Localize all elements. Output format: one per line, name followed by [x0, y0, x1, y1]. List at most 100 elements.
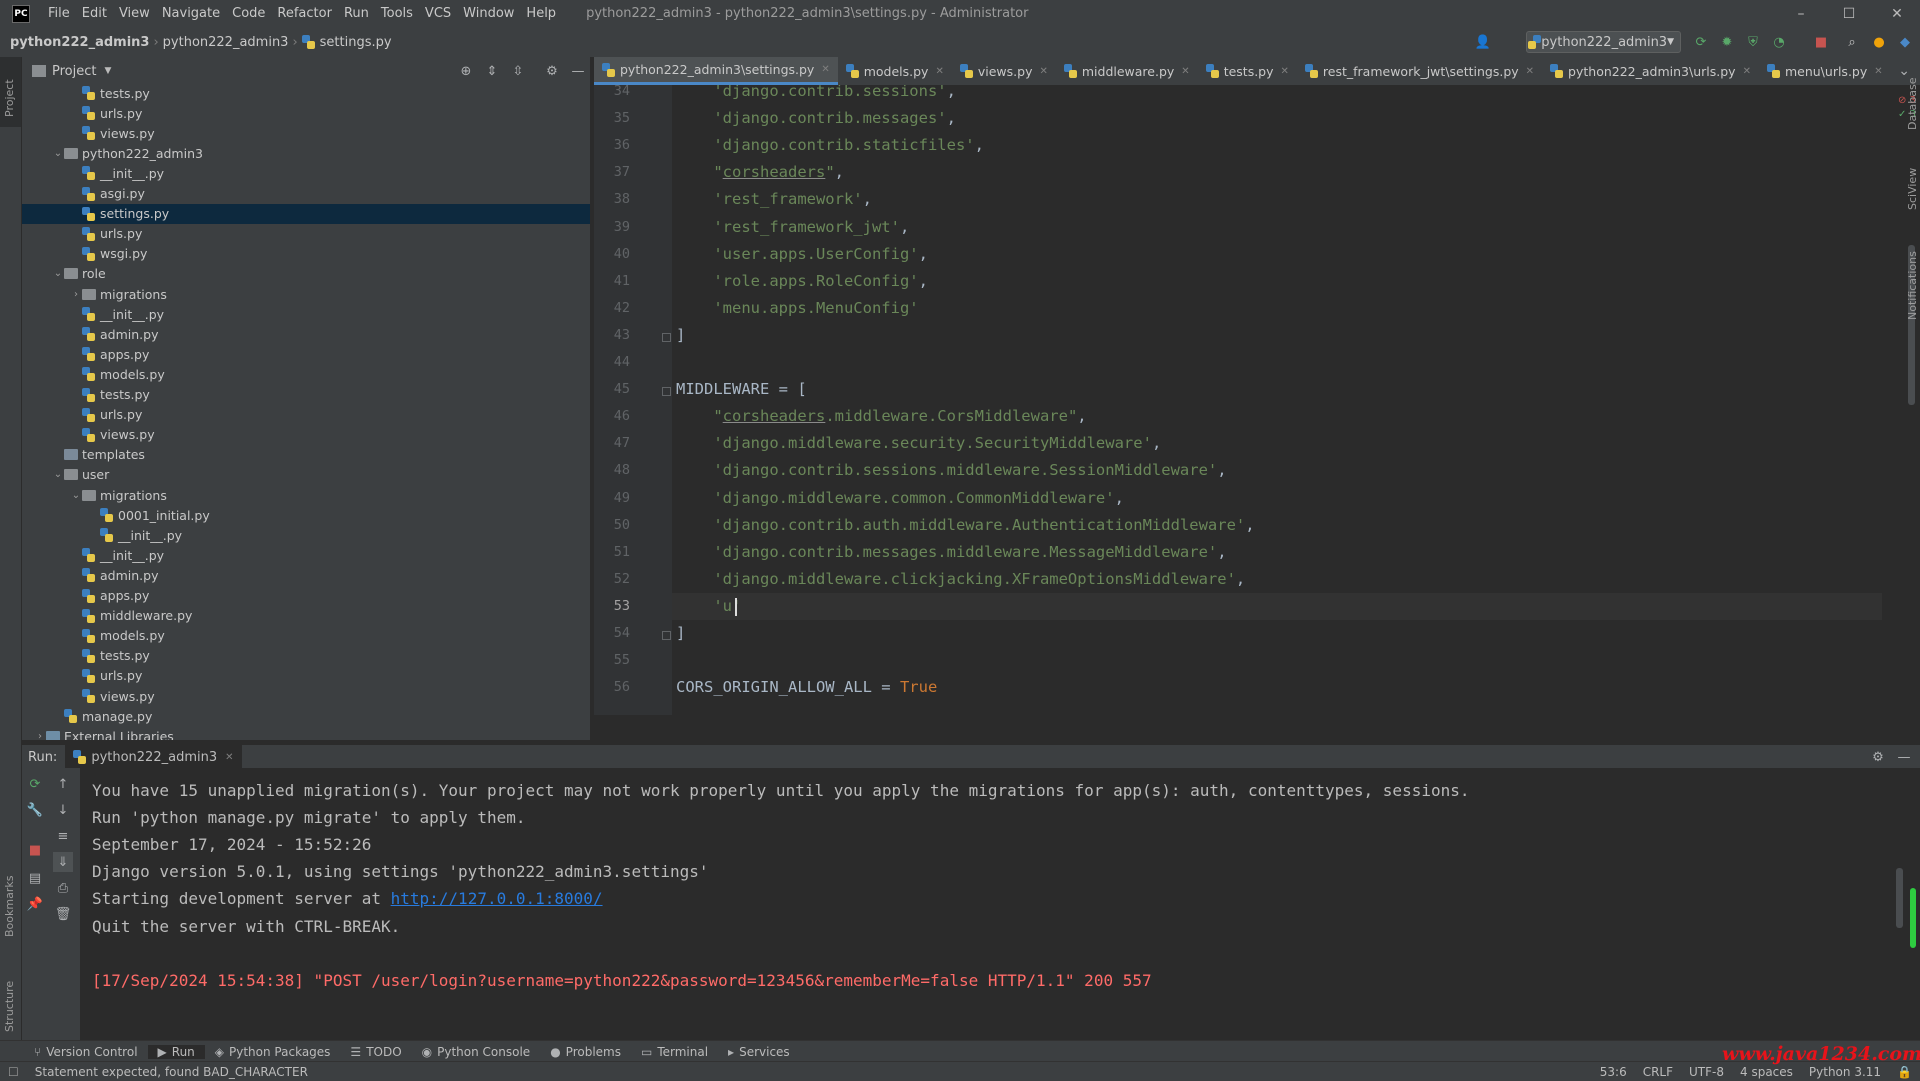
chevron-down-icon[interactable]: ⌄	[52, 469, 64, 480]
close-tab-icon[interactable]: ✕	[1874, 66, 1882, 77]
close-tab-icon[interactable]: ✕	[1181, 66, 1189, 77]
run-console[interactable]: You have 15 unapplied migration(s). Your…	[80, 768, 1880, 1040]
chevron-down-icon[interactable]: ⌄	[52, 268, 64, 279]
tree-item[interactable]: wsgi.py	[22, 244, 590, 264]
line-number[interactable]: 55	[598, 652, 630, 668]
gear-icon[interactable]: ⚙	[1868, 747, 1888, 767]
ide-logo-icon[interactable]: ◆	[1896, 33, 1914, 51]
soft-wrap-icon[interactable]: ≡	[53, 826, 73, 846]
tree-item[interactable]: 0001_initial.py	[22, 505, 590, 525]
tree-item[interactable]: __init__.py	[22, 545, 590, 565]
tree-item[interactable]: ⌄ role	[22, 264, 590, 284]
line-number[interactable]: 53	[598, 598, 630, 614]
fold-marker-icon[interactable]	[662, 332, 671, 342]
line-number[interactable]: 37	[598, 164, 630, 180]
bookmarks-stripe-button[interactable]: Bookmarks	[3, 876, 16, 937]
menu-view[interactable]: View	[113, 6, 156, 21]
tree-item[interactable]: › External Libraries	[22, 726, 590, 740]
tree-item[interactable]: ⌄ python222_admin3	[22, 143, 590, 163]
hide-panel-icon[interactable]: —	[1894, 747, 1914, 767]
line-number[interactable]: 48	[598, 462, 630, 478]
line-separator[interactable]: CRLF	[1635, 1065, 1681, 1079]
line-number[interactable]: 52	[598, 571, 630, 587]
line-number[interactable]: 44	[598, 354, 630, 370]
search-icon[interactable]: ⌕	[1843, 33, 1861, 51]
chevron-down-icon[interactable]: ⌄	[70, 490, 82, 501]
run-configuration-select[interactable]: python222_admin3 ▼	[1526, 31, 1681, 53]
minimize-button[interactable]: –	[1778, 0, 1824, 27]
editor-tab[interactable]: models.py ✕	[838, 57, 952, 85]
line-number[interactable]: 40	[598, 246, 630, 262]
tree-item[interactable]: admin.py	[22, 565, 590, 585]
line-number[interactable]: 51	[598, 544, 630, 560]
lock-icon[interactable]: 🔒	[1889, 1065, 1920, 1079]
expand-all-icon[interactable]: ⇕	[482, 61, 502, 81]
tool-tab-problems[interactable]: ● Problems	[540, 1045, 631, 1059]
line-number[interactable]: 56	[598, 679, 630, 695]
tool-tab-python-console[interactable]: ◉ Python Console	[412, 1045, 541, 1059]
tree-item[interactable]: urls.py	[22, 224, 590, 244]
tree-item[interactable]: tests.py	[22, 646, 590, 666]
line-number[interactable]: 34	[598, 83, 630, 99]
editor-tab[interactable]: menu\urls.py ✕	[1759, 57, 1891, 85]
line-number[interactable]: 50	[598, 517, 630, 533]
stop-icon[interactable]: ■	[1812, 33, 1830, 51]
line-number[interactable]: 46	[598, 408, 630, 424]
close-tab-icon[interactable]: ✕	[821, 64, 829, 75]
console-scroll-area[interactable]	[1880, 768, 1920, 1040]
editor-tab[interactable]: views.py ✕	[952, 57, 1056, 85]
tool-tab-services[interactable]: ▸ Services	[718, 1045, 800, 1059]
project-stripe-button[interactable]: Project	[0, 57, 21, 127]
tree-item[interactable]: tests.py	[22, 85, 590, 103]
line-number[interactable]: 35	[598, 110, 630, 126]
close-tab-icon[interactable]: ✕	[935, 66, 943, 77]
tool-tab-terminal[interactable]: ▭ Terminal	[631, 1045, 718, 1059]
tree-item[interactable]: models.py	[22, 364, 590, 384]
tool-tab-python-packages[interactable]: ◈ Python Packages	[205, 1045, 341, 1059]
breadcrumb-package[interactable]: python222_admin3	[159, 35, 293, 50]
tree-item[interactable]: › migrations	[22, 284, 590, 304]
tree-item[interactable]: manage.py	[22, 706, 590, 726]
line-number[interactable]: 41	[598, 273, 630, 289]
print-icon[interactable]: ⎙	[53, 878, 73, 898]
chevron-right-icon[interactable]: ›	[70, 289, 82, 300]
rerun-icon[interactable]: ⟳	[1692, 33, 1710, 51]
gear-icon[interactable]: ⚙	[542, 61, 562, 81]
status-toggle-icon[interactable]: ☐	[0, 1065, 27, 1079]
scroll-up-icon[interactable]: ↑	[53, 774, 73, 794]
updates-icon[interactable]: ●	[1870, 33, 1888, 51]
maximize-button[interactable]: ☐	[1826, 0, 1872, 27]
tree-item[interactable]: __init__.py	[22, 163, 590, 183]
menu-file[interactable]: File	[42, 6, 76, 21]
editor-tab[interactable]: python222_admin3\settings.py ✕	[594, 57, 838, 85]
layout-icon[interactable]: ▤	[25, 868, 45, 888]
rerun-icon[interactable]: ⟳	[25, 774, 45, 794]
python-interpreter[interactable]: Python 3.11	[1801, 1065, 1889, 1079]
line-number[interactable]: 43	[598, 327, 630, 343]
hide-panel-icon[interactable]: —	[568, 61, 588, 81]
editor-tab[interactable]: python222_admin3\urls.py ✕	[1542, 57, 1759, 85]
run-tab[interactable]: python222_admin3 ✕	[65, 745, 242, 769]
tree-item[interactable]: urls.py	[22, 103, 590, 123]
fold-marker-icon[interactable]	[662, 631, 671, 640]
menu-navigate[interactable]: Navigate	[156, 6, 226, 21]
tree-item[interactable]: templates	[22, 445, 590, 465]
server-url-link[interactable]: http://127.0.0.1:8000/	[391, 889, 603, 908]
line-number[interactable]: 47	[598, 435, 630, 451]
tree-item[interactable]: urls.py	[22, 405, 590, 425]
tool-tab-todo[interactable]: ☰ TODO	[340, 1045, 411, 1059]
tree-item[interactable]: asgi.py	[22, 184, 590, 204]
menu-code[interactable]: Code	[226, 6, 271, 21]
line-number[interactable]: 42	[598, 300, 630, 316]
database-stripe-button[interactable]: Database	[1906, 78, 1919, 131]
stop-icon[interactable]: ■	[25, 840, 45, 860]
tree-item[interactable]: models.py	[22, 626, 590, 646]
clear-all-icon[interactable]: 🗑	[53, 904, 73, 924]
pin-tab-icon[interactable]: 📌	[25, 894, 45, 914]
tree-item[interactable]: apps.py	[22, 586, 590, 606]
tree-item[interactable]: middleware.py	[22, 606, 590, 626]
debug-icon[interactable]: ✹	[1718, 33, 1736, 51]
line-number[interactable]: 45	[598, 381, 630, 397]
profile-icon[interactable]: ◔	[1770, 33, 1788, 51]
editor-tab[interactable]: rest_framework_jwt\settings.py ✕	[1297, 57, 1542, 85]
